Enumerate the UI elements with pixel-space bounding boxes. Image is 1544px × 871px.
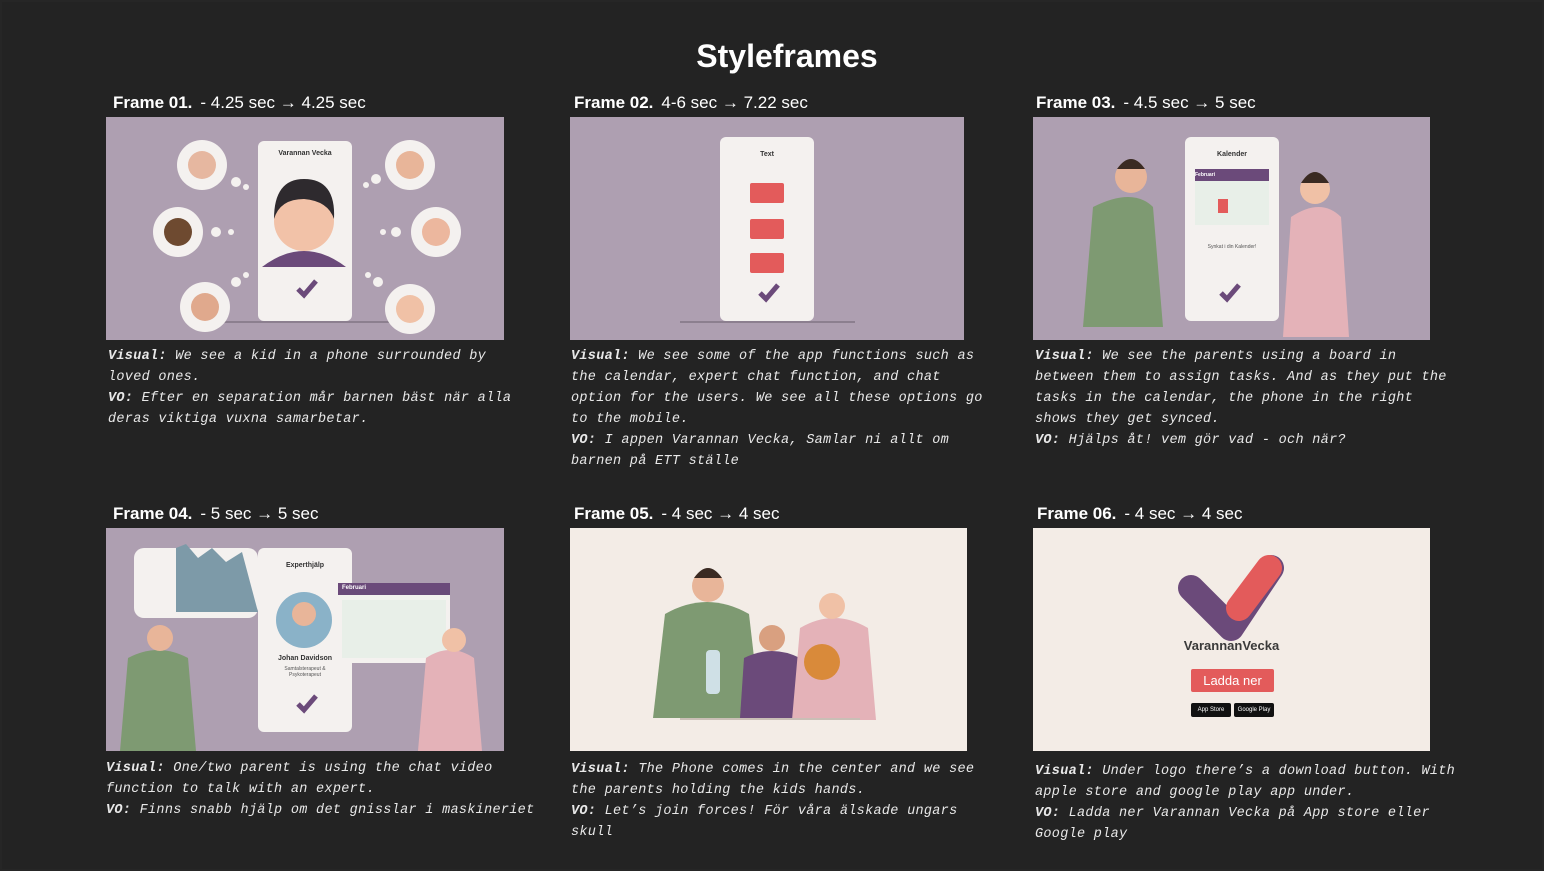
vo-label: VO:	[1035, 433, 1061, 448]
vo-label: VO:	[571, 804, 597, 819]
vo-text: I appen Varannan Vecka, Samlar ni allt o…	[571, 433, 950, 469]
google-play-badge[interactable]: Google Play	[1234, 703, 1274, 717]
frame-timing: - 4.25 sec → 4.25 sec	[200, 93, 366, 112]
frame-06-header: Frame 06. - 4 sec → 4 sec	[1037, 504, 1243, 524]
frame-04-image: Experthjälp Februari Johan Davidson Samt…	[106, 528, 504, 751]
visual-text: The Phone comes in the center and we see…	[571, 762, 975, 798]
frame-01-description: Visual: We see a kid in a phone surround…	[108, 346, 528, 430]
page-title: Styleframes	[696, 38, 878, 74]
frame-05-image	[570, 528, 967, 751]
phone-title: Text	[760, 151, 774, 158]
visual-text: Under logo there’s a download button. Wi…	[1035, 764, 1456, 800]
frame-number: Frame 03.	[1036, 93, 1116, 112]
frame-timing: 4-6 sec → 7.22 sec	[661, 93, 808, 112]
phone-title: Kalender	[1217, 151, 1247, 158]
frame-05-header: Frame 05. - 4 sec → 4 sec	[574, 504, 780, 524]
frame-05-description: Visual: The Phone comes in the center an…	[571, 759, 991, 843]
visual-text: We see the parents using a board in betw…	[1035, 349, 1447, 427]
vo-text: Efter en separation mår barnen bäst när …	[108, 391, 512, 427]
app-store-badge[interactable]: App Store	[1191, 703, 1231, 717]
vo-text: Hjälps åt! vem gör vad - och när?	[1068, 433, 1346, 448]
vo-text: Finns snabb hjälp om det gnisslar i mask…	[139, 803, 535, 818]
vo-label: VO:	[106, 803, 132, 818]
vo-text: Ladda ner Varannan Vecka på App store el…	[1035, 806, 1430, 842]
frame-06-image: VarannanVecka Ladda ner App Store Google…	[1033, 528, 1430, 751]
frame-timing: - 4 sec → 4 sec	[1124, 504, 1243, 523]
vo-text: Let’s join forces! För våra älskade unga…	[571, 804, 958, 840]
visual-label: Visual:	[1035, 764, 1094, 779]
expert-role: Samtalsterapeut & Psykoterapeut	[284, 666, 326, 678]
frame-number: Frame 01.	[113, 93, 193, 112]
frame-timing: - 4 sec → 4 sec	[661, 504, 780, 523]
vo-label: VO:	[1035, 806, 1061, 821]
frame-04-description: Visual: One/two parent is using the chat…	[106, 758, 536, 821]
frame-number: Frame 05.	[574, 504, 654, 523]
frame-02-header: Frame 02. 4-6 sec → 7.22 sec	[574, 93, 808, 113]
frame-05-illustration	[653, 568, 876, 720]
frame-02-image: Text	[570, 117, 964, 340]
expert-name: Johan Davidson	[277, 655, 333, 662]
visual-label: Visual:	[106, 761, 165, 776]
calendar-month: Februari	[1195, 172, 1216, 178]
frame-number: Frame 02.	[574, 93, 654, 112]
vo-label: VO:	[108, 391, 134, 406]
frame-number: Frame 06.	[1037, 504, 1117, 523]
phone-title: Varannan Vecka	[278, 150, 332, 157]
frame-03-description: Visual: We see the parents using a board…	[1035, 346, 1455, 451]
frame-number: Frame 04.	[113, 504, 193, 523]
brand-name: VarannanVecka	[1183, 638, 1280, 653]
frame-02-description: Visual: We see some of the app functions…	[571, 346, 991, 472]
download-button[interactable]: Ladda ner	[1191, 669, 1274, 692]
frame-timing: - 5 sec → 5 sec	[200, 504, 319, 523]
frame-04-header: Frame 04. - 5 sec → 5 sec	[113, 504, 319, 524]
frame-timing: - 4.5 sec → 5 sec	[1123, 93, 1256, 112]
frame-03-image: Kalender Februari Synkat i din Kalender!	[1033, 117, 1430, 340]
calendar-month: Februari	[342, 585, 367, 591]
visual-label: Visual:	[571, 349, 630, 364]
visual-label: Visual:	[1035, 349, 1094, 364]
frame-01-image: Varannan Vecka	[106, 117, 504, 340]
vo-label: VO:	[571, 433, 597, 448]
visual-label: Visual:	[571, 762, 630, 777]
visual-label: Visual:	[108, 349, 167, 364]
sync-text: Synkat i din Kalender!	[1207, 244, 1257, 250]
frame-01-header: Frame 01. - 4.25 sec → 4.25 sec	[113, 93, 366, 113]
frame-03-header: Frame 03. - 4.5 sec → 5 sec	[1036, 93, 1256, 113]
phone-title: Experthjälp	[285, 562, 325, 569]
frame-06-description: Visual: Under logo there’s a download bu…	[1035, 761, 1475, 845]
visual-text: We see some of the app functions such as…	[571, 349, 983, 427]
